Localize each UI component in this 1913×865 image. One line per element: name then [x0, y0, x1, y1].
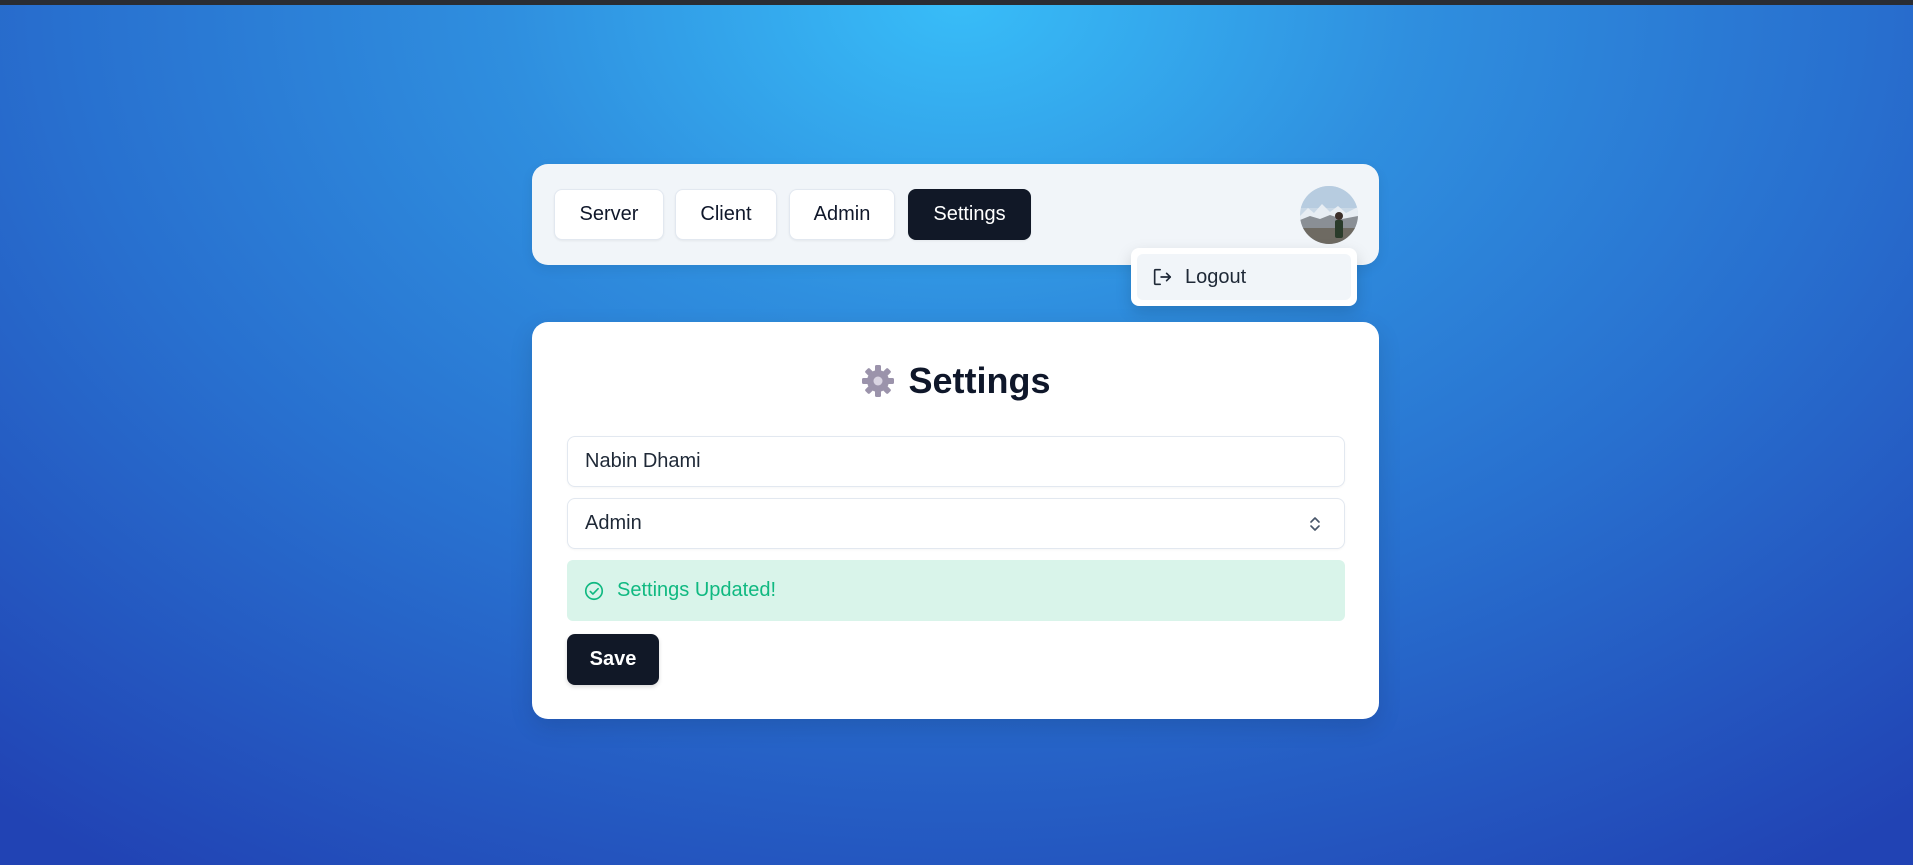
settings-card: Settings Admin Settings Updated! Save — [532, 322, 1379, 719]
logout-icon — [1153, 268, 1172, 286]
logout-label: Logout — [1185, 265, 1247, 288]
window-top-border — [0, 0, 1913, 5]
settings-heading: Settings — [532, 358, 1379, 404]
role-select[interactable]: Admin — [567, 498, 1345, 549]
avatar[interactable] — [1300, 186, 1358, 244]
avatar-image — [1300, 186, 1358, 244]
user-dropdown-menu: Logout — [1131, 248, 1357, 306]
save-button[interactable]: Save — [567, 634, 659, 685]
alert-text: Settings Updated! — [617, 579, 776, 601]
gear-icon — [862, 365, 895, 397]
name-field[interactable] — [567, 436, 1345, 487]
success-alert: Settings Updated! — [567, 560, 1345, 621]
nav-admin-button[interactable]: Admin — [789, 189, 895, 240]
page-title: Settings — [908, 360, 1051, 401]
nav-settings-button[interactable]: Settings — [908, 189, 1031, 240]
logout-menu-item[interactable]: Logout — [1137, 254, 1351, 300]
chevron-updown-icon — [1310, 517, 1320, 531]
check-circle-icon — [584, 581, 604, 600]
name-input[interactable] — [585, 450, 1344, 473]
role-select-value: Admin — [585, 512, 642, 534]
nav-server-button[interactable]: Server — [554, 189, 664, 240]
nav-client-button[interactable]: Client — [675, 189, 777, 240]
